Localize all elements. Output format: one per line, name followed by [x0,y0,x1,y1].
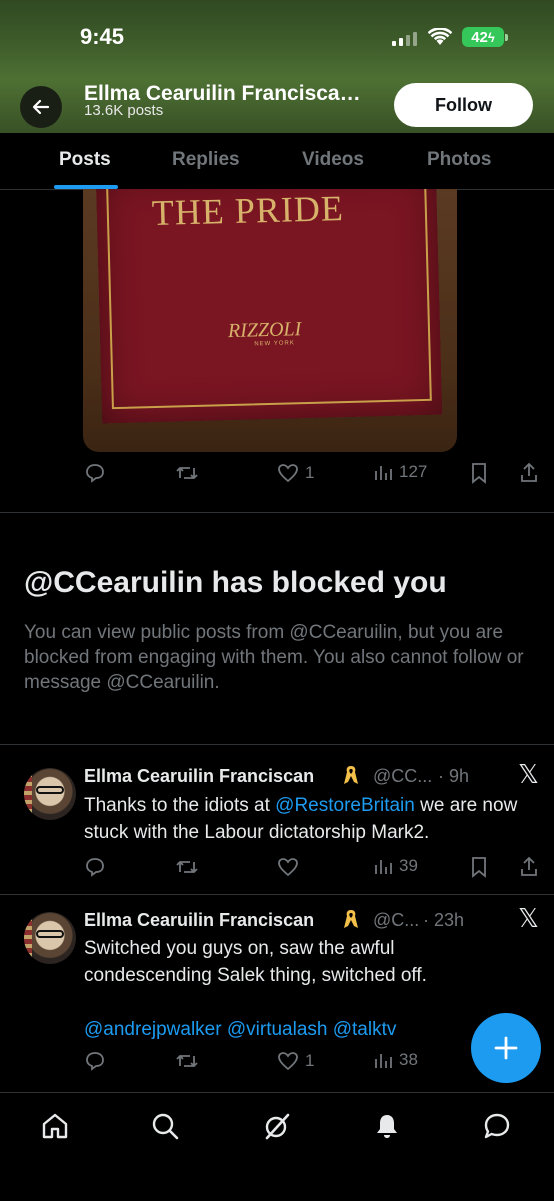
follow-button[interactable]: Follow [394,83,533,127]
post-text-part: Thanks to the idiots at [84,795,276,816]
cellular-signal-icon [392,32,417,46]
book-publisher-sub: NEW YORK [254,340,295,348]
bookmark-icon [472,463,486,484]
tab-replies[interactable]: Replies [172,149,240,171]
tab-videos[interactable]: Videos [302,149,364,171]
post-author: Ellma Cearuilin Franciscan [84,766,315,786]
divider [0,512,554,513]
search-icon [152,1113,179,1140]
status-time: 9:45 [80,24,125,49]
like-button[interactable]: 1 [277,1050,314,1072]
profile-post-count: 13.6K posts [84,102,164,119]
divider [0,744,554,745]
nav-messages[interactable] [482,1111,512,1146]
yellow-ribbon-icon [344,910,358,928]
battery-icon: 42 ϟ [462,27,508,47]
repost-button[interactable] [175,856,199,878]
x-logo-icon: 𝕏 [518,904,539,934]
repost-button[interactable] [175,462,199,484]
post-media-image[interactable]: THE PRIDE RIZZOLI NEW YORK [83,189,457,452]
views-button[interactable]: 38 [373,1050,418,1070]
profile-tabs: Posts Replies Videos Photos [0,133,554,190]
plus-icon [494,1036,518,1060]
blocked-notice-title: @CCearuilin has blocked you [24,566,447,599]
post-time[interactable]: · 9h [438,766,469,787]
compose-post-button[interactable] [471,1013,541,1083]
views-button[interactable]: 39 [373,856,418,876]
like-button[interactable] [277,856,299,878]
reply-button[interactable] [84,1050,106,1072]
reply-button[interactable] [84,462,106,484]
wifi-icon [428,28,452,45]
tab-posts[interactable]: Posts [59,149,111,171]
book-publisher: RIZZOLI [227,318,302,343]
post-handle[interactable]: @CC... [373,766,432,787]
bookmark-button[interactable] [470,856,488,878]
blocked-notice-message: You can view public posts from @CCearuil… [24,622,524,693]
repost-icon [176,467,198,479]
nav-home[interactable] [40,1111,70,1146]
profile-top-bar: Ellma Cearuilin Francisca… 13.6K posts F… [0,80,554,130]
reply-icon [86,464,104,483]
back-button[interactable] [20,86,62,128]
nav-search[interactable] [150,1111,180,1146]
views-chart-icon [375,466,392,480]
nav-grok[interactable] [262,1111,292,1146]
like-button[interactable]: 1 [277,462,314,484]
chat-icon [484,1113,510,1139]
charging-bolt-icon: ϟ [487,29,495,45]
book-title: THE PRIDE [151,189,345,234]
grok-icon [265,1113,290,1140]
views-button[interactable]: 127 [373,462,427,482]
bookmark-icon [472,857,486,878]
views-chart-icon [375,1054,392,1068]
repost-icon [176,861,198,873]
bell-icon [377,1115,397,1138]
view-count: 127 [399,462,428,481]
heart-icon [278,464,298,483]
share-button[interactable] [519,856,539,878]
heart-icon [278,1052,298,1071]
yellow-ribbon-icon [344,766,358,784]
x-logo-icon: 𝕏 [518,760,539,790]
view-count: 39 [399,856,418,875]
repost-button[interactable] [175,1050,199,1072]
mention-link[interactable]: @RestoreBritain [275,795,415,816]
tab-photos[interactable]: Photos [427,149,491,171]
heart-icon [278,858,298,877]
post-time[interactable]: · 23h [423,910,464,931]
like-count: 1 [305,463,315,482]
status-bar: 9:45 42 ϟ [0,22,554,54]
reply-icon [86,858,104,877]
share-icon [521,462,537,482]
book-cover: THE PRIDE RIZZOLI NEW YORK [95,189,443,424]
bookmark-button[interactable] [470,462,488,484]
post-text: Thanks to the idiots at @RestoreBritain … [84,792,524,846]
view-count: 38 [399,1050,418,1069]
reply-button[interactable] [84,856,106,878]
avatar[interactable] [24,768,76,820]
like-count: 1 [305,1051,315,1070]
bottom-navigation [0,1092,554,1201]
arrow-left-icon [32,99,50,115]
reply-icon [86,1052,104,1071]
post-actions: 1 127 [0,462,554,492]
nav-notifications[interactable] [372,1111,402,1146]
post-author: Ellma Cearuilin Franciscan [84,910,315,930]
avatar[interactable] [24,912,76,964]
share-button[interactable] [519,462,539,484]
divider [0,894,554,895]
home-icon [42,1113,68,1139]
repost-icon [176,1055,198,1067]
share-icon [521,856,537,876]
battery-level: 42 [471,28,488,46]
post-text: Switched you guys on, saw the awful cond… [84,938,427,986]
views-chart-icon [375,860,392,874]
post-actions: 39 [0,856,554,886]
mention-links[interactable]: @andrejpwalker @virtualash @talktv [84,1016,524,1043]
post-handle[interactable]: @C... [373,910,419,931]
